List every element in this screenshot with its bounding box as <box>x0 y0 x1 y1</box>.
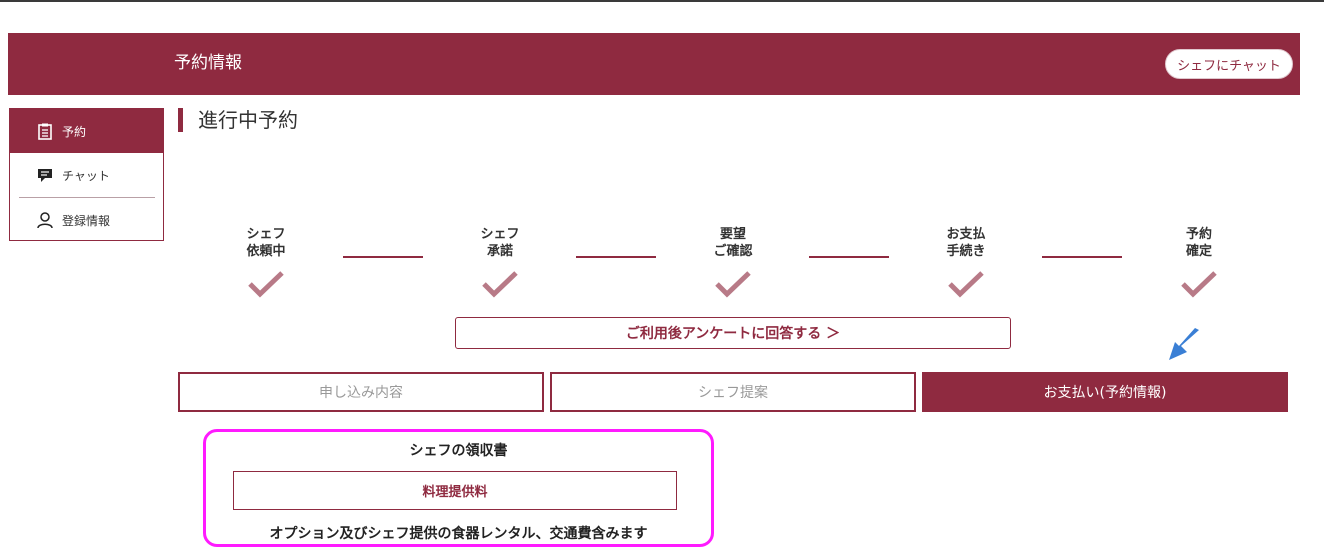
user-icon <box>36 211 54 229</box>
step-accept: シェフ 承諾 <box>455 226 545 260</box>
tab-chef-proposal[interactable]: シェフ提案 <box>550 372 916 412</box>
page-title: 予約情報 <box>174 53 242 73</box>
step-request: シェフ 依頼中 <box>221 226 311 260</box>
receipt-title: シェフの領収書 <box>409 443 508 459</box>
section-title: 進行中予約 <box>178 108 298 132</box>
sidebar-item-label: チャット <box>62 168 110 183</box>
step-confirm-request: 要望 ご確認 <box>688 226 778 260</box>
tab-payment[interactable]: お支払い(予約情報) <box>922 372 1288 412</box>
progress-connector <box>576 256 656 258</box>
check-icon <box>948 271 984 298</box>
progress-connector <box>809 256 889 258</box>
sidebar-item-label: 登録情報 <box>62 213 111 228</box>
survey-button[interactable]: ご利用後アンケートに回答する ＞ <box>455 317 1011 349</box>
step-label-line1: 予約 <box>1185 227 1212 242</box>
app-header: 予約情報 シェフにチャット <box>8 33 1300 95</box>
top-border <box>0 0 1324 2</box>
clipboard-icon <box>36 122 54 140</box>
step-label-line2: 手続き <box>946 244 986 259</box>
chat-bubble-icon <box>36 166 54 184</box>
step-payment: お支払 手続き <box>921 226 1011 260</box>
step-label-line2: 確定 <box>1185 244 1212 259</box>
arrow-down-left-icon <box>1169 328 1199 360</box>
receipt-note: オプション及びシェフ提供の食器レンタル、交通費含みます <box>269 526 648 542</box>
step-label-line2: ご確認 <box>713 244 753 259</box>
step-label-line1: 要望 <box>719 227 746 242</box>
step-booked: 予約 確定 <box>1154 226 1244 260</box>
check-icon <box>1181 271 1217 298</box>
check-icon <box>715 271 751 298</box>
sidebar-item-label: 予約 <box>62 124 87 139</box>
step-label-line2: 承諾 <box>486 244 513 259</box>
chat-with-chef-button[interactable]: シェフにチャット <box>1165 49 1293 79</box>
check-icon <box>248 271 284 298</box>
sidebar-item-chat[interactable]: チャット <box>10 153 163 197</box>
step-label-line1: お支払 <box>946 227 986 242</box>
step-label-line1: シェフ <box>480 227 520 242</box>
sidebar: 予約 チャット 登録情報 <box>9 108 164 241</box>
sidebar-item-profile[interactable]: 登録情報 <box>10 198 163 242</box>
progress-connector <box>343 256 423 258</box>
sidebar-item-reservation[interactable]: 予約 <box>10 109 163 153</box>
step-label-line1: シェフ <box>246 227 286 242</box>
receipt-item-cooking-fee[interactable]: 料理提供料 <box>233 471 677 510</box>
progress-connector <box>1042 256 1122 258</box>
tab-application-details[interactable]: 申し込み内容 <box>178 372 544 412</box>
check-icon <box>482 271 518 298</box>
step-label-line2: 依頼中 <box>246 244 286 259</box>
